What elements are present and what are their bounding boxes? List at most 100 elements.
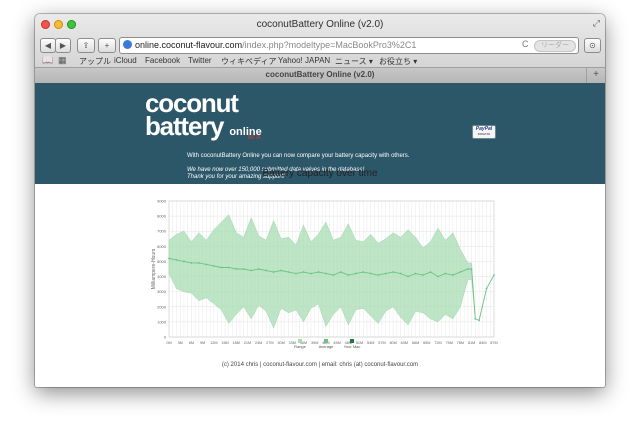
reader-button[interactable]: リーダー — [534, 40, 576, 52]
address-bar[interactable]: online.coconut-flavour.com/index.php?mod… — [119, 37, 579, 54]
average-point — [257, 268, 260, 270]
x-tick-label: 63M — [401, 341, 408, 345]
average-point — [280, 269, 282, 272]
average-point — [242, 268, 245, 270]
average-point — [324, 272, 327, 275]
average-point — [220, 266, 223, 269]
browser-window: coconutBattery Online (v2.0) ⤢ ◀ ▶ ⇪ + o… — [35, 14, 605, 387]
y-axis-label: Milliampere-Hours — [151, 248, 157, 289]
average-point — [265, 269, 268, 272]
average-point — [444, 272, 447, 275]
y-tick-label: 6000 — [157, 244, 167, 249]
browser-chrome: coconutBattery Online (v2.0) ⤢ ◀ ▶ ⇪ + o… — [35, 14, 605, 83]
x-tick-label: 15M — [221, 341, 228, 345]
legend-item-average[interactable]: Average — [314, 339, 338, 349]
x-tick-label: 78M — [457, 341, 464, 345]
bookmark-twitter[interactable]: Twitter — [188, 56, 212, 65]
average-point — [339, 271, 342, 273]
tab-bar: coconutBattery Online (v2.0) + — [35, 67, 605, 83]
grid-icon[interactable]: ▦ — [58, 55, 67, 66]
x-tick-label: 60M — [389, 341, 396, 345]
legend-swatch — [324, 339, 328, 343]
bookmark-news[interactable]: ニュース ▾ — [335, 56, 373, 67]
bookmark-useful[interactable]: お役立ち ▾ — [379, 56, 417, 67]
fullscreen-icon[interactable]: ⤢ — [593, 18, 600, 29]
x-tick-label: 27M — [266, 341, 273, 345]
x-tick-label: 57M — [378, 341, 385, 345]
forward-button[interactable]: ▶ — [55, 38, 71, 53]
window-title: coconutBattery Online (v2.0) — [256, 19, 384, 30]
bookmark-icloud[interactable]: iCloud — [114, 56, 137, 65]
y-tick-label: 5000 — [157, 259, 167, 264]
average-point — [302, 271, 305, 273]
x-tick-label: 69M — [423, 341, 430, 345]
average-point — [377, 274, 380, 276]
average-point — [227, 266, 230, 269]
chart-legend: Range Average Your Mac — [288, 339, 368, 353]
bookmark-apple[interactable]: アップル — [79, 56, 111, 67]
chart-title: Battery capacity over time — [262, 168, 378, 179]
x-tick-label: 24M — [255, 341, 262, 345]
x-tick-label: 6M — [189, 341, 194, 345]
page-footer: (c) 2014 chris | coconut-flavour.com | e… — [221, 362, 419, 368]
average-point — [183, 260, 185, 263]
x-tick-label: 81M — [468, 341, 475, 345]
share-button[interactable]: ⇪ — [77, 38, 95, 53]
legend-swatch — [350, 339, 354, 343]
y-tick-label: 4000 — [157, 274, 167, 279]
average-point — [168, 257, 170, 260]
average-point — [190, 262, 193, 264]
x-tick-label: 54M — [367, 341, 374, 345]
x-tick-label: 0M — [166, 341, 171, 345]
bookmark-wikipedia[interactable]: ウィキペディア — [221, 56, 276, 67]
average-point — [287, 271, 290, 273]
reload-icon[interactable]: C — [522, 39, 529, 49]
x-tick-label: 84M — [479, 341, 486, 345]
x-tick-label: 66M — [412, 341, 419, 345]
bookmark-yahoo-japan[interactable]: Yahoo! JAPAN — [278, 56, 330, 65]
bookmark-facebook[interactable]: Facebook — [145, 56, 180, 65]
y-tick-label: 3000 — [157, 289, 167, 294]
back-button[interactable]: ◀ — [40, 38, 56, 53]
average-point — [470, 268, 473, 270]
average-point — [478, 319, 480, 322]
average-point — [392, 271, 395, 273]
add-bookmark-button[interactable]: + — [98, 38, 116, 53]
average-point — [310, 272, 312, 275]
y-tick-label: 0 — [164, 335, 167, 340]
paypal-donate-button[interactable]: PayPal DONATE — [472, 125, 496, 139]
beta-badge: BETA — [248, 135, 261, 141]
new-tab-button[interactable]: + — [586, 68, 605, 83]
bookmarks-bar: 📖 ▦ アップル iCloud Facebook Twitter ウィキペディア… — [35, 54, 605, 67]
average-point — [459, 271, 462, 273]
average-point — [437, 275, 439, 278]
average-point — [212, 265, 215, 267]
average-point — [485, 287, 488, 290]
average-point — [407, 275, 409, 278]
globe-icon — [123, 40, 132, 49]
average-point — [295, 272, 297, 275]
x-tick-label: 21M — [244, 341, 251, 345]
average-point — [347, 274, 350, 276]
legend-item-your-mac[interactable]: Your Mac — [340, 339, 364, 349]
average-point — [369, 272, 372, 275]
x-tick-label: 3M — [178, 341, 183, 345]
average-point — [332, 274, 335, 276]
x-tick-label: 18M — [233, 341, 240, 345]
average-point — [399, 272, 402, 275]
downloads-button[interactable]: ⊙ — [584, 38, 601, 53]
x-tick-label: 12M — [210, 341, 217, 345]
x-tick-label: 9M — [200, 341, 205, 345]
average-point — [317, 271, 320, 273]
book-icon[interactable]: 📖 — [42, 55, 53, 66]
legend-item-range[interactable]: Range — [288, 339, 312, 349]
x-tick-label: 30M — [277, 341, 284, 345]
intro-text: With coconutBattery Online you can now c… — [187, 153, 410, 159]
average-point — [362, 271, 365, 273]
average-point — [272, 271, 275, 273]
x-tick-label: 75M — [445, 341, 452, 345]
average-point — [250, 269, 253, 272]
url-text[interactable]: online.coconut-flavour.com/index.php?mod… — [135, 40, 416, 50]
coconutbattery-logo[interactable]: coconut battery online BETA — [145, 90, 262, 143]
tab-active[interactable]: coconutBattery Online (v2.0) — [35, 70, 605, 79]
